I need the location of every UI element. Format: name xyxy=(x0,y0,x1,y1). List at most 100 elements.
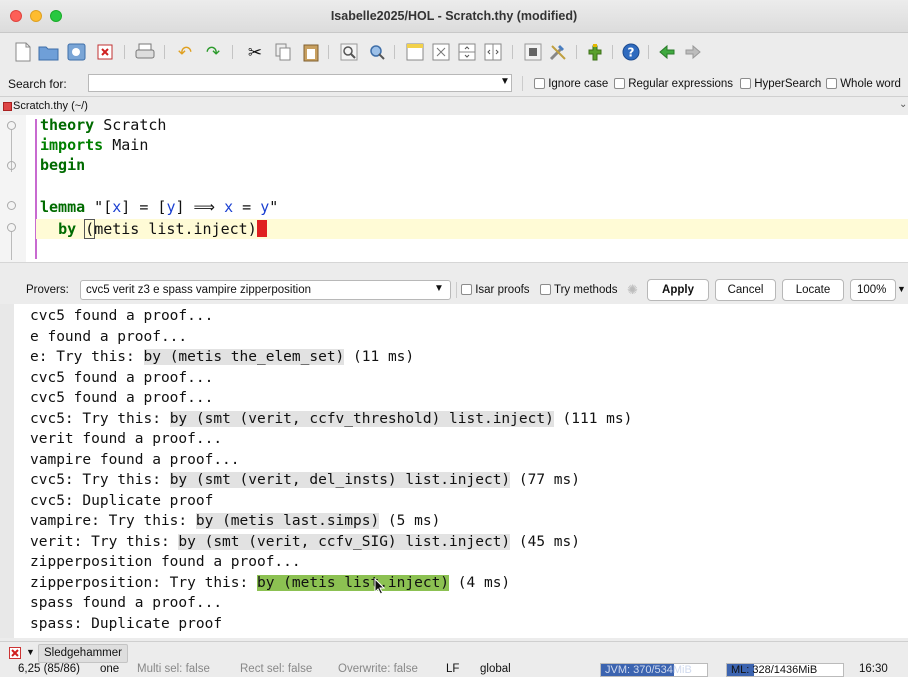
code-line-1: theory Scratch xyxy=(40,115,166,135)
overwrite-status[interactable]: Overwrite: false xyxy=(338,663,418,675)
output-line: cvc5: Try this: by (smt (verit, ccfv_thr… xyxy=(30,409,632,429)
sledgehammer-dock-tab[interactable]: Sledgehammer xyxy=(38,644,128,663)
isar-proofs-checkbox[interactable] xyxy=(461,284,472,295)
variable-y: y xyxy=(260,198,270,216)
cancel-button[interactable]: Cancel xyxy=(715,279,776,301)
search-input[interactable] xyxy=(88,74,512,92)
hypersearch-option[interactable]: HyperSearch xyxy=(740,78,821,90)
editor-gutter[interactable] xyxy=(0,115,26,262)
imports-name: Main xyxy=(103,136,149,154)
output-message: cvc5: Try this: xyxy=(30,472,170,488)
code-line-5: lemma "[x] = [y] ⟹ x = y" xyxy=(40,197,278,217)
keyword-imports: imports xyxy=(40,136,104,154)
proof-suggestion-link[interactable]: by (metis list.inject) xyxy=(256,574,450,591)
global-options-icon[interactable] xyxy=(548,41,570,63)
fold-marker-icon[interactable] xyxy=(7,161,16,170)
rect-select-status[interactable]: Rect sel: false xyxy=(240,663,312,675)
caret-position[interactable]: 6,25 (85/86) xyxy=(18,663,80,675)
apply-button[interactable]: Apply xyxy=(647,279,709,301)
paste-icon[interactable] xyxy=(300,41,322,63)
open-folder-icon[interactable] xyxy=(38,41,60,63)
close-file-icon[interactable] xyxy=(94,41,116,63)
help-icon[interactable]: ? xyxy=(620,41,642,63)
regular-expressions-option[interactable]: Regular expressions xyxy=(614,78,733,90)
proof-suggestion-link[interactable]: by (smt (verit, ccfv_SIG) list.inject) xyxy=(178,533,511,550)
back-arrow-icon[interactable] xyxy=(656,41,678,63)
hypersearch-checkbox[interactable] xyxy=(740,78,751,89)
proof-suggestion-link[interactable]: by (smt (verit, del_insts) list.inject) xyxy=(169,472,511,488)
isar-proofs-option[interactable]: Isar proofs xyxy=(461,284,530,296)
find-icon[interactable] xyxy=(338,41,360,63)
buffer-dropdown-icon[interactable]: ⌄ xyxy=(899,99,907,110)
fold-marker-icon[interactable] xyxy=(7,201,16,210)
dock-dropdown-icon[interactable]: ▼ xyxy=(26,647,35,657)
ml-memory-meter[interactable]: ML: 328/1436MiB xyxy=(726,663,844,677)
whole-word-option[interactable]: Whole word xyxy=(826,78,901,90)
proof-timing: (11 ms) xyxy=(344,349,415,365)
lemma-text: " xyxy=(269,198,279,216)
unsplit-icon[interactable] xyxy=(430,41,452,63)
forward-arrow-icon[interactable] xyxy=(682,41,704,63)
buffer-options-icon[interactable] xyxy=(522,41,544,63)
whole-word-checkbox[interactable] xyxy=(826,78,837,89)
ignore-case-option[interactable]: Ignore case xyxy=(534,78,608,90)
output-line: cvc5: Try this: by (smt (verit, del_inst… xyxy=(30,470,580,490)
try-methods-option[interactable]: Try methods xyxy=(540,284,617,296)
line-separator-status[interactable]: LF xyxy=(446,663,459,675)
toolbar-separator xyxy=(648,45,649,59)
search-bar: Search for: ▼ Ignore case Regular expres… xyxy=(0,72,908,96)
window-title: Isabelle2025/HOL - Scratch.thy (modified… xyxy=(330,9,578,23)
redo-icon[interactable]: ↷ xyxy=(202,41,224,63)
proof-suggestion-link[interactable]: by (metis the_elem_set) xyxy=(143,349,345,365)
output-message: zipperposition: Try this: xyxy=(30,574,257,591)
new-view-icon[interactable] xyxy=(404,41,426,63)
progress-spinner-icon: ✺ xyxy=(627,282,638,297)
split-horizontal-icon[interactable] xyxy=(456,41,478,63)
jvm-memory-meter[interactable]: JVM: 370/534MiB xyxy=(600,663,708,677)
close-dock-icon[interactable] xyxy=(9,647,21,659)
zoom-select[interactable]: 100% xyxy=(850,279,896,301)
undo-icon[interactable]: ↶ xyxy=(174,41,196,63)
find-replace-icon[interactable] xyxy=(366,41,388,63)
ml-memory-label: ML: 328/1436MiB xyxy=(731,664,818,676)
encoding-status[interactable]: global xyxy=(480,663,511,675)
provers-field[interactable]: cvc5 verit z3 e spass vampire zipperposi… xyxy=(80,280,451,300)
ignore-case-checkbox[interactable] xyxy=(534,78,545,89)
regular-expressions-checkbox[interactable] xyxy=(614,78,625,89)
cut-icon[interactable]: ✂ xyxy=(244,41,266,63)
search-history-dropdown-icon[interactable]: ▼ xyxy=(500,76,510,87)
search-label: Search for: xyxy=(8,77,67,91)
fold-marker-icon[interactable] xyxy=(7,121,16,130)
output-message: cvc5: Try this: xyxy=(30,410,170,427)
proof-suggestion-link[interactable]: by (smt (verit, ccfv_threshold) list.inj… xyxy=(169,410,554,427)
try-methods-label: Try methods xyxy=(554,284,618,296)
text-cursor xyxy=(256,220,267,237)
output-line: e: Try this: by (metis the_elem_set) (11… xyxy=(30,347,414,367)
editor-separator[interactable] xyxy=(0,262,908,278)
mode-indicator[interactable]: one xyxy=(100,663,119,675)
sledgehammer-output[interactable]: cvc5 found a proof... e found a proof... e… xyxy=(0,304,908,638)
provers-label: Provers: xyxy=(26,284,69,296)
print-icon[interactable] xyxy=(134,41,156,63)
try-methods-checkbox[interactable] xyxy=(540,284,551,295)
multi-select-status[interactable]: Multi sel: false xyxy=(137,663,210,675)
buffer-switcher[interactable]: Scratch.thy (~/) ⌄ xyxy=(0,96,908,116)
split-vertical-icon[interactable] xyxy=(482,41,504,63)
hypersearch-label: HyperSearch xyxy=(754,78,822,90)
output-message: spass found a proof... xyxy=(30,595,223,611)
search-separator xyxy=(522,76,523,91)
copy-icon[interactable] xyxy=(272,41,294,63)
locate-button[interactable]: Locate xyxy=(782,279,844,301)
fold-marker-icon[interactable] xyxy=(7,223,16,232)
provers-dropdown-icon[interactable]: ▼ xyxy=(434,283,444,294)
plugin-manager-icon[interactable] xyxy=(584,41,606,63)
new-file-icon[interactable] xyxy=(12,41,34,63)
zoom-dropdown-icon[interactable]: ▼ xyxy=(897,284,906,294)
keyword-begin: begin xyxy=(40,156,86,174)
proof-suggestion-link[interactable]: by (metis last.simps) xyxy=(195,513,380,529)
toolbar-separator xyxy=(394,45,395,59)
save-file-icon[interactable] xyxy=(66,41,88,63)
output-message: zipperposition found a proof... xyxy=(30,554,301,570)
output-line: cvc5 found a proof... xyxy=(30,368,213,388)
text-editor[interactable]: theory Scratch imports Main begin lemma … xyxy=(0,115,908,262)
